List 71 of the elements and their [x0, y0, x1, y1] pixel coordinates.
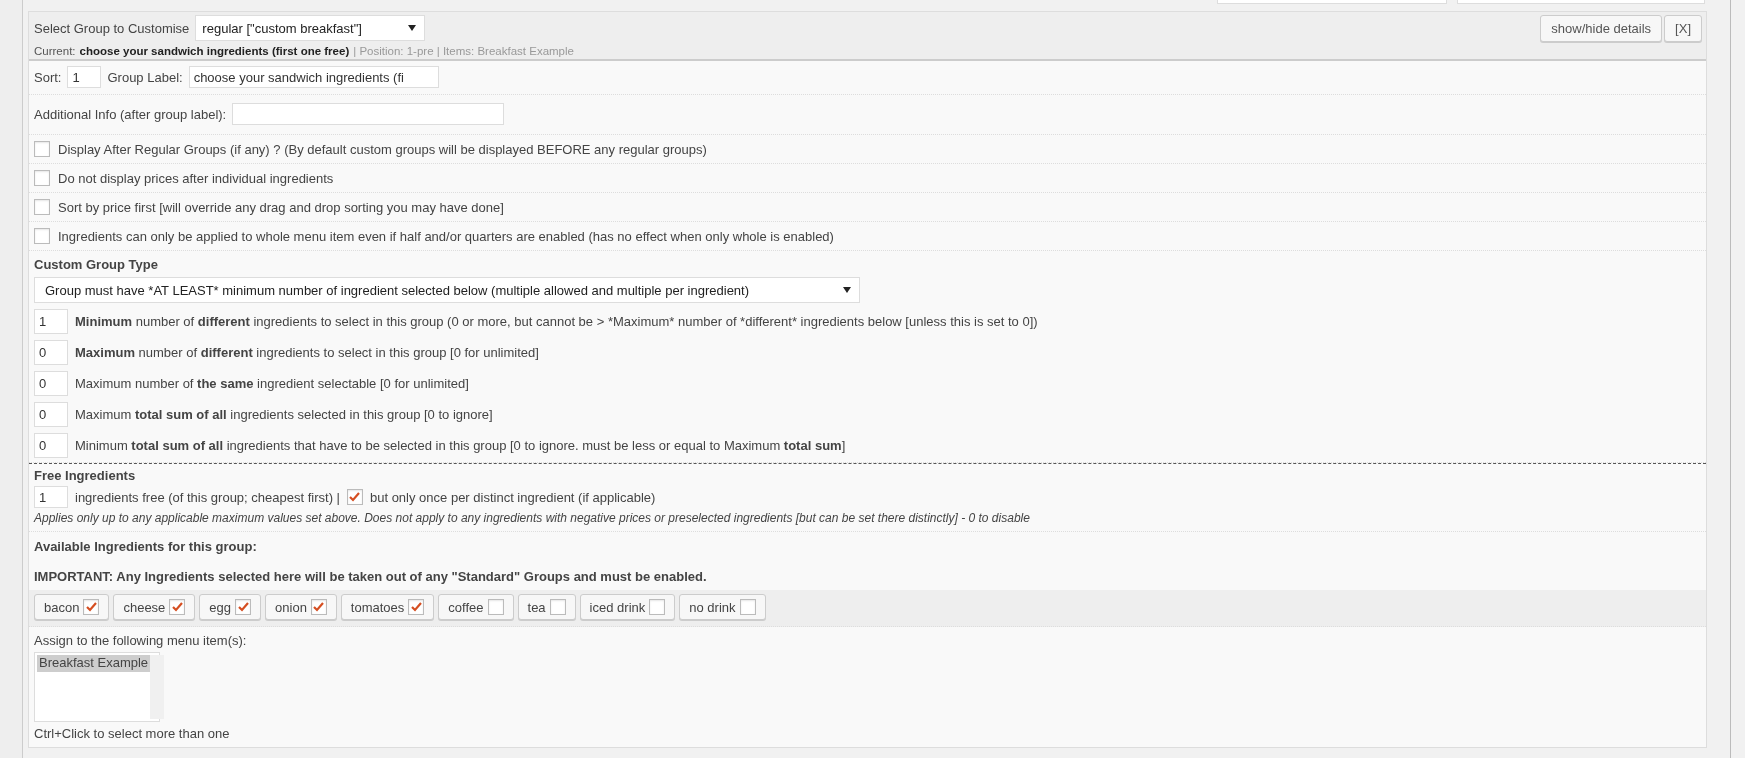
section-title: Free Ingredients	[34, 468, 137, 483]
checkbox[interactable]	[83, 599, 100, 615]
checkmark-icon	[313, 602, 325, 612]
number-input[interactable]: 0	[34, 432, 68, 458]
checkbox[interactable]	[34, 141, 50, 157]
limit-label: Maximum number of different ingredients to select in this group [0 for unlimited]	[75, 344, 539, 360]
checkbox[interactable]	[487, 599, 504, 615]
checkbox[interactable]	[549, 599, 566, 615]
select-group-label: Select Group to Customise	[34, 20, 190, 36]
number-input[interactable]: 1	[34, 308, 68, 334]
important-note: IMPORTANT: Any Ingredients selected here will be taken out of any "Standard" Groups and must be enabled.	[34, 569, 708, 584]
group-label-label: Group Label:	[107, 69, 183, 85]
checkmark-icon	[171, 602, 183, 612]
checkbox[interactable]	[34, 199, 50, 215]
group-select[interactable]: regular ["custom breakfast"]	[195, 15, 426, 41]
checkbox[interactable]	[169, 599, 186, 615]
free-ingredients-note: Applies only up to any applicable maximum values set above. Does not apply to any ingredients with negative prices or preselected ingredients [but can be set there distinctly] - 0 to disable	[34, 511, 1031, 525]
section-title: Available Ingredients for this group:	[34, 539, 258, 554]
ingredient-toggle[interactable]: tea	[517, 594, 576, 620]
assign-label: Assign to the following menu item(s):	[34, 633, 248, 648]
number-input[interactable]: 0	[34, 339, 68, 365]
group-type-select[interactable]: Group must have *AT LEAST* minimum number of ingredient selected below (multiple allowed and multiple per ingredient)	[34, 277, 860, 303]
close-button[interactable]: [X]	[1664, 15, 1702, 42]
dropdown-caret-icon	[408, 25, 417, 31]
group-label-input[interactable]: choose your sandwich ingredients (fi	[188, 66, 439, 88]
checkbox[interactable]	[310, 599, 327, 615]
checkmark-icon	[85, 602, 97, 612]
option-label: Ingredients can only be applied to whole menu item even if half and/or quarters are enabled (has no effect when only whole is enabled)	[58, 228, 834, 244]
checkmark-icon	[410, 602, 422, 612]
once-per-ingredient-label: but only once per distinct ingredient (if applicable)	[369, 489, 656, 505]
hint-text: Ctrl+Click to select more than one	[34, 726, 231, 741]
free-count-input[interactable]: 1	[34, 486, 68, 508]
checkbox[interactable]	[408, 599, 425, 615]
additional-info-input[interactable]	[232, 103, 505, 125]
limit-label: Maximum total sum of all ingredients selected in this group [0 to ignore]	[75, 406, 493, 422]
list-option[interactable]: Breakfast Example	[37, 655, 151, 672]
checkbox[interactable]	[34, 228, 50, 244]
ingredient-toggle[interactable]: onion	[265, 594, 337, 620]
show-hide-details-button[interactable]: show/hide details	[1540, 15, 1663, 42]
free-ingredients-label: ingredients free (of this group; cheapest first) |	[75, 489, 340, 505]
option-label: Display After Regular Groups (if any) ? (By default custom groups will be displayed BEFORE any regular groups)	[58, 141, 707, 157]
checkbox[interactable]	[34, 170, 50, 186]
number-input[interactable]: 0	[34, 370, 68, 396]
dropdown-caret-icon	[843, 287, 851, 293]
limit-label: Minimum number of different ingredients to select in this group (0 or more, but cannot be > *Maximum* number of *different* ingredients below [unless this is set to 0])	[75, 313, 1038, 329]
ingredient-toggle[interactable]: cheese	[113, 594, 196, 620]
group-details: | Position: 1-pre | Items: Breakfast Example	[353, 45, 574, 57]
checkbox[interactable]	[235, 599, 252, 615]
current-label: Current:	[34, 45, 76, 57]
ingredient-toggle[interactable]: egg	[199, 594, 262, 620]
ingredient-toggle[interactable]: coffee	[438, 594, 514, 620]
checkmark-icon	[349, 492, 361, 502]
section-title: Custom Group Type	[34, 257, 159, 272]
additional-info-label: Additional Info (after group label):	[34, 106, 227, 122]
ingredient-toggle[interactable]: no drink	[679, 594, 766, 620]
checkbox[interactable]	[346, 489, 363, 505]
option-label: Do not display prices after individual ingredients	[58, 170, 334, 186]
scrollbar[interactable]	[150, 655, 165, 719]
ingredient-toggle[interactable]: bacon	[34, 594, 110, 620]
ingredient-toggle[interactable]: iced drink	[579, 594, 676, 620]
checkbox[interactable]	[649, 599, 666, 615]
ingredient-toggle[interactable]: tomatoes	[340, 594, 435, 620]
sort-label: Sort:	[34, 69, 62, 85]
checkmark-icon	[237, 602, 249, 612]
limit-label: Minimum total sum of all ingredients that have to be selected in this group [0 to ignore. must be less or equal to Maximum total sum]	[75, 437, 846, 453]
sort-input[interactable]: 1	[67, 66, 102, 88]
checkbox[interactable]	[739, 599, 756, 615]
number-input[interactable]: 0	[34, 401, 68, 427]
option-label: Sort by price first [will override any drag and drop sorting you may have done]	[58, 199, 504, 215]
limit-label: Maximum number of the same ingredient selectable [0 for unlimited]	[75, 375, 469, 391]
current-group-name: choose your sandwich ingredients (first one free)	[79, 45, 350, 57]
